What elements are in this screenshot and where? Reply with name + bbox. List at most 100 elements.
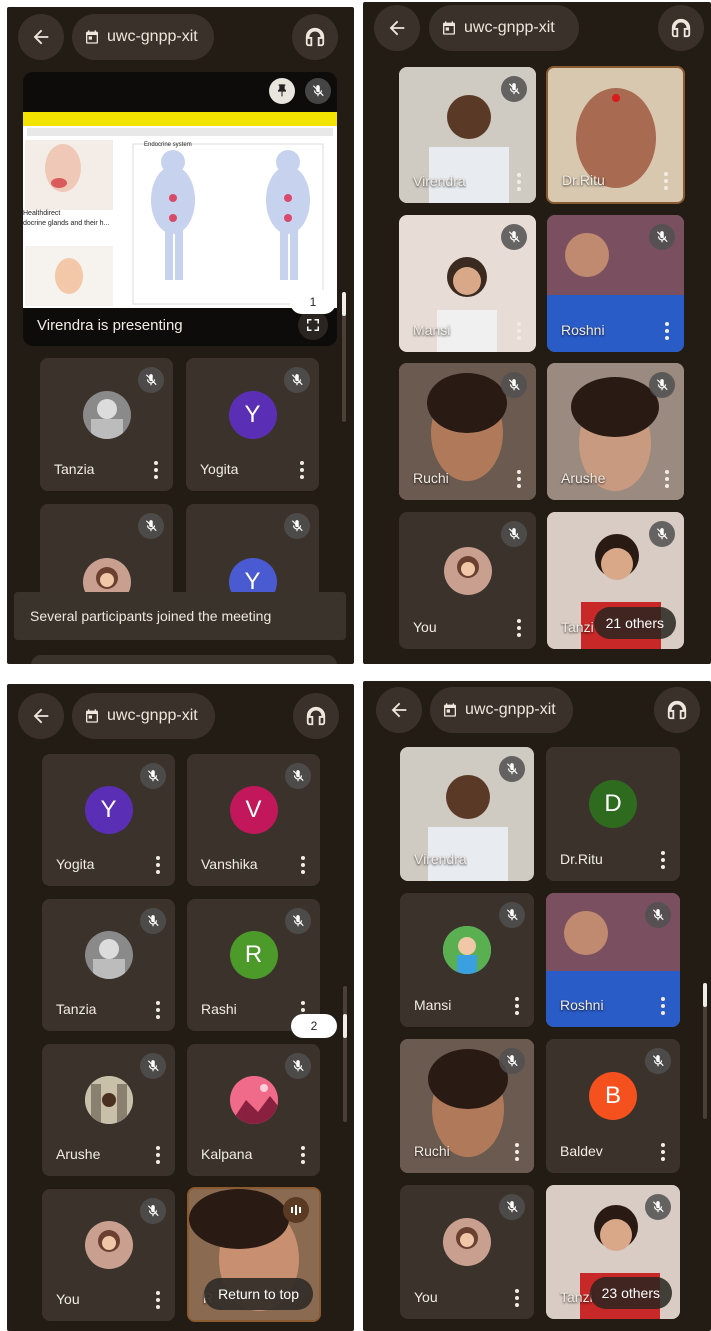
back-button[interactable] — [374, 5, 420, 51]
participant-tile[interactable]: D Dr.Ritu — [546, 747, 680, 881]
more-options-button[interactable] — [664, 322, 670, 340]
bottom-control-bar[interactable] — [31, 655, 337, 664]
others-count-chip[interactable]: 23 others — [589, 1277, 672, 1309]
back-button[interactable] — [376, 687, 422, 733]
mic-off-indicator — [305, 78, 331, 104]
profile-photo — [229, 1076, 278, 1124]
more-options-button[interactable] — [155, 1146, 161, 1164]
more-options-button[interactable] — [516, 322, 522, 340]
meeting-info-button[interactable]: uwc-gnpp-xit — [72, 693, 215, 739]
arrow-left-icon — [388, 699, 410, 721]
more-options-button[interactable] — [155, 1001, 161, 1019]
participant-tile[interactable]: Y — [186, 504, 319, 604]
participant-tile[interactable]: Ruchi — [399, 363, 536, 500]
avatar — [229, 1076, 278, 1124]
more-options-button[interactable] — [660, 997, 666, 1015]
meeting-info-button[interactable]: uwc-gnpp-xit — [429, 5, 579, 51]
participant-tile[interactable]: Mansi — [399, 215, 536, 352]
more-options-button[interactable] — [155, 1291, 161, 1309]
participant-name: Roshni — [560, 997, 604, 1013]
audio-output-button[interactable] — [293, 693, 339, 739]
more-options-button[interactable] — [660, 851, 666, 869]
participant-name: Arushe — [561, 470, 606, 486]
participant-tile[interactable]: V Vanshika — [187, 754, 320, 886]
avatar: Y — [84, 786, 133, 834]
scrollbar[interactable] — [343, 986, 347, 1122]
mic-off-indicator — [501, 521, 527, 547]
back-button[interactable] — [18, 693, 64, 739]
participant-tile[interactable]: Kalpana — [187, 1044, 320, 1176]
meeting-info-button[interactable]: uwc-gnpp-xit — [72, 14, 214, 60]
return-to-top-button[interactable]: Return to top — [204, 1278, 313, 1310]
participant-tile[interactable]: R Rashi — [187, 899, 320, 1031]
scrollbar-thumb[interactable] — [703, 983, 707, 1007]
more-options-button[interactable] — [155, 856, 161, 874]
participant-tile[interactable]: Tanzi 23 others — [546, 1185, 680, 1319]
participant-tile[interactable]: Ruchi — [400, 1039, 534, 1173]
mic-off-icon — [651, 908, 665, 922]
toast-notification: Several participants joined the meeting — [14, 592, 346, 640]
more-options-button[interactable] — [516, 619, 522, 637]
profile-photo — [84, 1076, 133, 1124]
participant-tile[interactable]: You — [42, 1189, 175, 1321]
more-options-button[interactable] — [516, 173, 522, 191]
participant-tile[interactable]: Y Yogita — [186, 358, 319, 491]
more-options-button[interactable] — [663, 172, 669, 190]
mic-off-icon — [507, 378, 521, 392]
more-options-button[interactable] — [514, 1289, 520, 1307]
pin-button[interactable] — [269, 78, 295, 104]
fullscreen-button[interactable] — [298, 310, 328, 340]
participant-name: Baldev — [560, 1143, 603, 1159]
scrollbar[interactable] — [703, 983, 707, 1119]
more-options-button[interactable] — [300, 1146, 306, 1164]
participant-name: Roshni — [561, 322, 605, 338]
mic-off-icon — [655, 378, 669, 392]
mic-off-indicator — [645, 1194, 671, 1220]
participant-tile[interactable]: Tanzi 21 others — [547, 512, 684, 649]
calendar-icon — [84, 29, 100, 45]
participant-tile[interactable]: Arushe — [547, 363, 684, 500]
more-options-button[interactable] — [514, 1143, 520, 1161]
participant-tile[interactable]: B Baldev — [546, 1039, 680, 1173]
back-button[interactable] — [18, 14, 64, 60]
more-options-button[interactable] — [299, 461, 305, 479]
others-count-chip[interactable]: 21 others — [593, 607, 676, 639]
more-options-button[interactable] — [516, 470, 522, 488]
mic-off-icon — [146, 1059, 160, 1073]
participant-tile[interactable]: Tanzia — [42, 899, 175, 1031]
participant-tile[interactable]: You — [400, 1185, 534, 1319]
audio-output-button[interactable] — [654, 687, 700, 733]
participant-tile[interactable]: Virendra — [399, 67, 536, 203]
more-options-button[interactable] — [300, 856, 306, 874]
participant-tile[interactable]: Arushe — [42, 1044, 175, 1176]
audio-output-button[interactable] — [658, 5, 704, 51]
participant-tile[interactable]: R Return to top — [187, 1187, 321, 1322]
more-options-button[interactable] — [514, 997, 520, 1015]
mic-off-indicator — [138, 513, 164, 539]
scrollbar-thumb[interactable] — [342, 292, 346, 316]
scrollbar-thumb[interactable] — [343, 1014, 347, 1038]
more-options-button[interactable] — [664, 470, 670, 488]
more-options-button[interactable] — [153, 461, 159, 479]
presenter-label: Virendra is presenting — [37, 317, 183, 334]
participant-name: Tanzia — [56, 1001, 97, 1017]
scrollbar[interactable] — [342, 292, 346, 422]
participant-tile[interactable]: Mansi — [400, 893, 534, 1027]
participant-tile[interactable]: Tanzia — [40, 358, 173, 491]
audio-output-button[interactable] — [292, 14, 338, 60]
participant-tile[interactable]: Y Yogita — [42, 754, 175, 886]
participant-tile[interactable]: Roshni — [547, 215, 684, 352]
participant-tile[interactable]: Dr.Ritu — [546, 66, 685, 204]
meeting-screen-4: uwc-gnpp-xit Virendra D Dr.Ritu Mansi Ro… — [363, 681, 711, 1331]
avatar — [443, 546, 492, 595]
mic-off-indicator — [499, 902, 525, 928]
participant-tile[interactable]: Roshni — [546, 893, 680, 1027]
participant-tile[interactable] — [40, 504, 173, 604]
arrow-left-icon — [30, 26, 52, 48]
mic-off-indicator — [649, 372, 675, 398]
participant-tile[interactable]: Virendra — [400, 747, 534, 881]
more-options-button[interactable] — [660, 1143, 666, 1161]
participant-tile[interactable]: You — [399, 512, 536, 649]
mic-off-indicator — [501, 76, 527, 102]
meeting-info-button[interactable]: uwc-gnpp-xit — [430, 687, 573, 733]
